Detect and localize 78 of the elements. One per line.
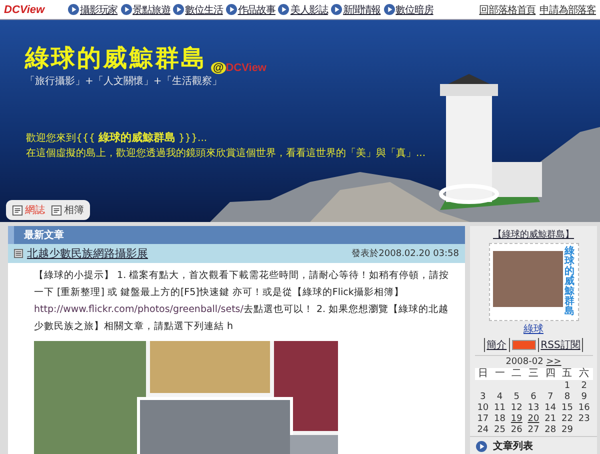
blog-subtitle: 「旅行攝影」+「人文關懷」+「生活觀察」 xyxy=(25,74,222,88)
play-icon xyxy=(120,4,132,15)
calendar-day: 21 xyxy=(542,414,559,425)
calendar-day: 29 xyxy=(558,425,576,436)
nav-link[interactable]: 新聞情報 xyxy=(331,2,381,16)
blog-title: 綠球的威鯨群島 xyxy=(25,43,207,74)
post-title-link[interactable]: 北越少數民族網路攝影展 xyxy=(27,246,148,261)
weekday-label: 日 xyxy=(476,368,489,380)
play-icon xyxy=(68,4,79,15)
header-link[interactable]: 回部落格首頁 xyxy=(479,2,536,16)
blog-name-link[interactable]: 【綠球的威鯨群島】 xyxy=(493,228,574,241)
nav-link[interactable]: 景點旅遊 xyxy=(120,2,170,16)
section-header: 最新文章 xyxy=(8,226,465,244)
play-icon xyxy=(331,4,342,15)
weekday-label: 六 xyxy=(578,368,590,380)
weekday-label: 三 xyxy=(527,368,540,380)
calendar-day: 26 xyxy=(508,425,526,436)
flickr-link[interactable]: http://www.flickr.com/photos/greenball/sets/ xyxy=(34,304,244,315)
play-icon xyxy=(384,4,395,15)
intro-link[interactable]: 簡介 xyxy=(484,338,510,352)
calendar-day: 28 xyxy=(542,425,559,436)
play-icon xyxy=(476,440,487,452)
site-logo[interactable]: DCView xyxy=(0,4,66,16)
calendar-day: 22 xyxy=(558,414,576,425)
welcome-text: 歡迎您來到{{{ 綠球的威鯨群島 }}}... xyxy=(26,130,208,146)
weekday-label: 二 xyxy=(510,368,523,380)
calendar-day: 11 xyxy=(491,403,508,414)
calendar-day: 7 xyxy=(542,392,559,403)
nav-link[interactable]: 攝影玩家 xyxy=(68,2,118,16)
calendar-day: 25 xyxy=(491,425,508,436)
calendar-month: 2008-02 xyxy=(506,357,544,367)
weekday-label: 一 xyxy=(494,368,506,380)
calendar-day: 5 xyxy=(508,392,526,403)
calendar-day: 13 xyxy=(525,403,542,414)
nav-link[interactable]: 數位生活 xyxy=(173,2,223,16)
nav-link[interactable]: 數位暗房 xyxy=(384,2,434,16)
stamp-title: 綠球的威鯨群島 xyxy=(564,247,574,317)
calendar-day: 18 xyxy=(491,414,508,425)
post-body-text: 【綠球的小提示】 1. 檔案有點大，首次觀看下載需花些時間，請耐心等待！如稍有停頓，請按一下 [重新整理] 或 鍵盤最上方的[F5]快速鍵 亦可！或是從【綠球的Flick攝影相簿】 http://www.flickr.com/photos/greenball/sets/去點選也可以！ 2. 如果您想瀏覽【綠球的北越少數民族之旅】相關文章，請點選下列連結 h xyxy=(34,269,450,334)
calendar-day: 17 xyxy=(474,414,492,425)
post-date: 發表於2008.02.20 03:58 xyxy=(352,248,459,260)
calendar-day: 4 xyxy=(491,392,508,403)
play-icon xyxy=(173,4,184,15)
photo-placeholder xyxy=(492,251,562,307)
sidebar-heading: 文章列表 xyxy=(493,439,533,453)
welcome-text: 在這個虛擬的島上，歡迎您透過我的鏡頭來欣賞這個世界，看看這世界的「美」與「真」... xyxy=(26,146,426,161)
blog-tab[interactable]: 相簿 xyxy=(51,203,84,217)
calendar-day: 16 xyxy=(576,403,592,414)
nav-link[interactable]: 作品故事 xyxy=(226,2,276,16)
weekday-label: 四 xyxy=(544,368,556,380)
nav-link[interactable]: 美人影誌 xyxy=(278,2,328,16)
blog-tab[interactable]: 網誌 xyxy=(12,203,45,217)
next-month-link[interactable]: >> xyxy=(546,357,562,367)
weekday-label: 五 xyxy=(561,368,574,380)
calendar-day: 9 xyxy=(576,392,592,403)
calendar-day: 8 xyxy=(558,392,576,403)
play-icon xyxy=(278,4,290,15)
rss-link[interactable]: RSS訂閱 xyxy=(538,338,584,352)
calendar-day: 3 xyxy=(474,392,492,403)
calendar-day: 10 xyxy=(474,403,492,414)
calendar-day: 6 xyxy=(525,392,542,403)
note-icon xyxy=(12,204,23,216)
calendar-day: 23 xyxy=(576,414,592,425)
header-link[interactable]: 申請為部落客 xyxy=(540,2,596,16)
calendar-day: 27 xyxy=(525,425,542,436)
calendar-day: 14 xyxy=(542,403,559,414)
calendar-day[interactable]: 19 xyxy=(508,414,526,425)
play-icon xyxy=(226,4,237,15)
calendar-day: 24 xyxy=(474,425,492,436)
calendar-day: 1 xyxy=(558,381,576,392)
banner-logo: @ DCView xyxy=(211,62,266,74)
calendar-day: 15 xyxy=(558,403,576,414)
calendar-day: 12 xyxy=(508,403,526,414)
post-icon xyxy=(14,249,23,258)
owner-link[interactable]: 綠球 xyxy=(524,322,544,336)
calendar-day[interactable]: 20 xyxy=(525,414,542,425)
badge-icon[interactable] xyxy=(512,340,536,350)
calendar-day: 2 xyxy=(576,381,592,392)
